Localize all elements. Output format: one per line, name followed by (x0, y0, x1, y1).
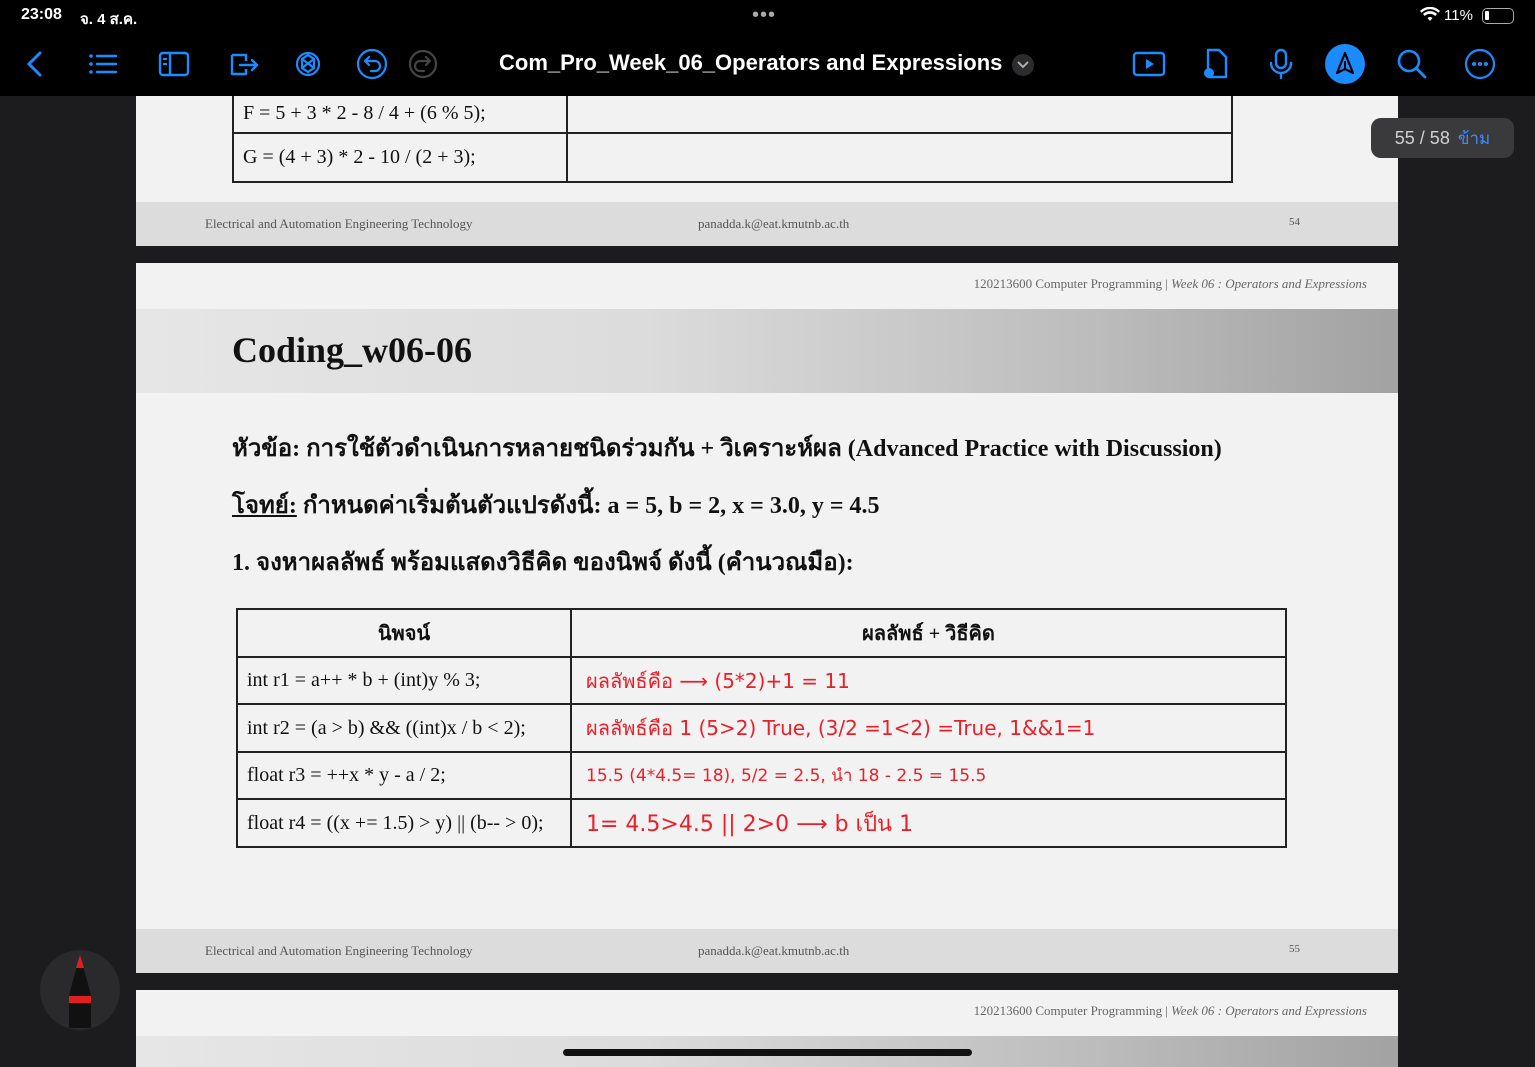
header-course: 120213600 Computer Programming | (973, 276, 1172, 291)
answer-cell[interactable] (566, 96, 1233, 134)
microphone-icon[interactable] (1263, 46, 1299, 82)
pen-mode-toggle-icon[interactable] (1325, 44, 1365, 84)
undo-icon[interactable] (354, 46, 390, 82)
status-time: 23:08 (21, 6, 62, 23)
expression-cell: float r4 = ((x += 1.5) > y) || (b-- > 0)… (236, 798, 572, 848)
task-text: กำหนดค่าเริ่มต้นตัวแปรดังนี้: a = 5, b =… (296, 493, 880, 519)
task-label: โจทย์: (232, 493, 297, 519)
battery-percent: 11% (1444, 7, 1473, 24)
document-title[interactable]: Com_Pro_Week_06_Operators and Expression… (499, 50, 1002, 76)
table-row: G = (4 + 3) * 2 - 10 / (2 + 3); (232, 132, 1233, 183)
footer-page-number: 55 (1289, 943, 1300, 955)
wifi-icon (1420, 6, 1440, 28)
page-footer: Electrical and Automation Engineering Te… (136, 929, 1398, 973)
topic-line: หัวข้อ: การใช้ตัวดำเนินการหลายชนิดร่วมกั… (232, 436, 1222, 462)
document-edit-icon[interactable] (1198, 46, 1234, 82)
table-row: int r2 = (a > b) && ((int)x / b < 2); ผล… (236, 703, 1287, 753)
title-band: Coding_w06-06 (136, 309, 1398, 393)
sidebar-icon[interactable] (156, 46, 192, 82)
column-header-expression: นิพจน์ (236, 608, 572, 658)
redo-icon[interactable] (405, 46, 441, 82)
handwritten-answer[interactable]: 15.5 (4*4.5= 18), 5/2 = 2.5, นำ 18 - 2.5… (570, 751, 1287, 800)
page-header: 120213600 Computer Programming | Week 06… (974, 1003, 1367, 1019)
document-scroll-area[interactable]: F = 5 + 3 * 2 - 8 / 4 + (6 % 5); G = (4 … (0, 96, 1535, 1067)
question-line: 1. จงหาผลลัพธ์ พร้อมแสดงวิธีคิด ของนิพจ์… (232, 550, 854, 576)
page-counter-text: 55 / 58 (1394, 127, 1450, 148)
chevron-down-icon[interactable] (1012, 54, 1034, 76)
footer-department: Electrical and Automation Engineering Te… (205, 943, 473, 958)
task-line: โจทย์: กำหนดค่าเริ่มต้นตัวแปรดังนี้: a =… (232, 485, 880, 524)
handwritten-answer[interactable]: ผลลัพธ์คือ ⟶ (5*2)+1 = 11 (570, 656, 1287, 705)
header-course: 120213600 Computer Programming | (973, 1003, 1172, 1018)
export-share-icon[interactable] (226, 46, 262, 82)
expression-table: นิพจน์ ผลลัพธ์ + วิธีคิด int r1 = a++ * … (236, 608, 1287, 848)
status-bar: 23:08 จ. 4 ส.ค. ••• 11% (0, 0, 1535, 32)
search-icon[interactable] (1394, 46, 1430, 82)
table-row: float r4 = ((x += 1.5) > y) || (b-- > 0)… (236, 798, 1287, 848)
jump-to-page-button[interactable]: ข้าม (1458, 125, 1490, 152)
list-icon[interactable] (85, 46, 121, 82)
ai-assistant-icon[interactable] (290, 46, 326, 82)
page-header: 120213600 Computer Programming | Week 06… (974, 276, 1367, 292)
header-week: Week 06 : Operators and Expressions (1171, 276, 1367, 291)
expression-cell: int r2 = (a > b) && ((int)x / b < 2); (236, 703, 572, 753)
footer-email: panadda.k@eat.kmutnb.ac.th (698, 216, 850, 231)
handwritten-answer[interactable]: ผลลัพธ์คือ 1 (5>2) True, (3/2 =1<2) =Tru… (570, 703, 1287, 753)
table-row: float r3 = ++x * y - a / 2; 15.5 (4*4.5=… (236, 751, 1287, 800)
page-counter[interactable]: 55 / 58 ข้าม (1371, 118, 1514, 158)
footer-email: panadda.k@eat.kmutnb.ac.th (698, 943, 850, 958)
page-54: F = 5 + 3 * 2 - 8 / 4 + (6 % 5); G = (4 … (136, 96, 1398, 246)
table-header-row: นิพจน์ ผลลัพธ์ + วิธีคิด (236, 608, 1287, 658)
header-week: Week 06 : Operators and Expressions (1171, 1003, 1367, 1018)
presentation-play-icon[interactable] (1131, 46, 1167, 82)
footer-page-number: 54 (1289, 216, 1300, 228)
slide-title: Coding_w06-06 (232, 330, 473, 370)
back-chevron-icon[interactable] (17, 46, 53, 82)
expression-cell: int r1 = a++ * b + (int)y % 3; (236, 656, 572, 705)
table-row: F = 5 + 3 * 2 - 8 / 4 + (6 % 5); (232, 96, 1233, 134)
answer-cell[interactable] (566, 132, 1233, 183)
handwritten-answer[interactable]: 1= 4.5>4.5 || 2>0 ⟶ b เป็น 1 (570, 798, 1287, 848)
expression-cell: G = (4 + 3) * 2 - 10 / (2 + 3); (232, 132, 568, 183)
pencil-icon (69, 955, 91, 1028)
more-options-icon[interactable] (1462, 46, 1498, 82)
expression-cell: float r3 = ++x * y - a / 2; (236, 751, 572, 800)
status-date: จ. 4 ส.ค. (80, 11, 138, 28)
home-indicator[interactable] (563, 1049, 972, 1056)
battery-icon (1482, 8, 1514, 24)
column-header-result: ผลลัพธ์ + วิธีคิด (570, 608, 1287, 658)
expression-cell: F = 5 + 3 * 2 - 8 / 4 + (6 % 5); (232, 96, 568, 134)
multitasking-dots-icon[interactable]: ••• (752, 4, 776, 27)
footer-department: Electrical and Automation Engineering Te… (205, 216, 473, 231)
table-row: int r1 = a++ * b + (int)y % 3; ผลลัพธ์คื… (236, 656, 1287, 705)
toolbar: Com_Pro_Week_06_Operators and Expression… (0, 32, 1535, 96)
page-55: 120213600 Computer Programming | Week 06… (136, 263, 1398, 973)
page-54-table: F = 5 + 3 * 2 - 8 / 4 + (6 % 5); G = (4 … (232, 96, 1233, 183)
page-footer: Electrical and Automation Engineering Te… (136, 202, 1398, 246)
pencil-tool-button[interactable] (40, 950, 120, 1030)
